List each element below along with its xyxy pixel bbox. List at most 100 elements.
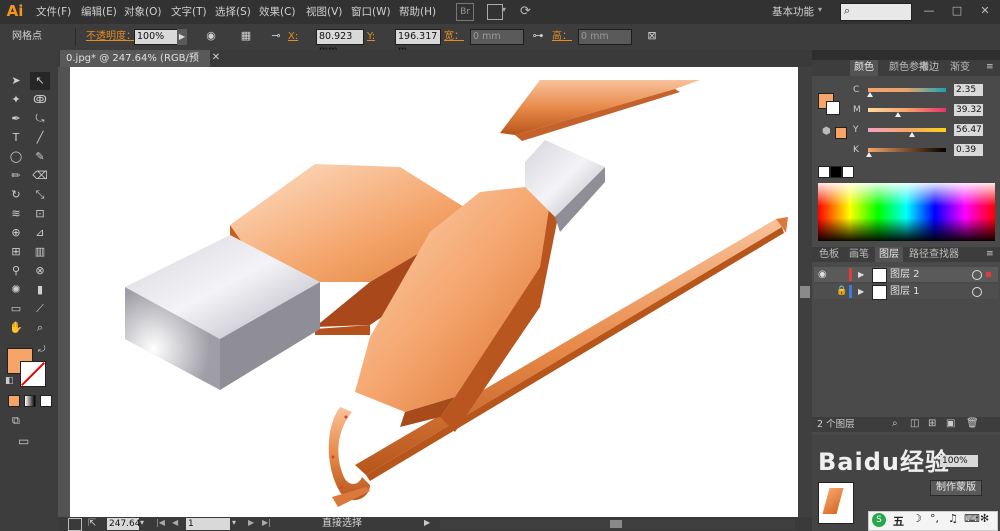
slider-thumb[interactable]	[867, 92, 873, 97]
transform-icon[interactable]: ⊠	[644, 28, 660, 44]
color-slider[interactable]	[868, 88, 946, 92]
panel-grip[interactable]	[812, 50, 1000, 60]
arrange-documents-icon[interactable]	[487, 4, 503, 20]
menu-item[interactable]: 文字(T)	[171, 0, 207, 24]
opacity-field[interactable]: 100%	[940, 455, 978, 467]
screen-mode-icon[interactable]: ▭	[18, 434, 29, 448]
color-panel-tab[interactable]: 颜色	[850, 60, 878, 76]
link-icon[interactable]: ⊶	[530, 28, 546, 44]
eye-icon[interactable]: ◉	[818, 267, 827, 282]
menu-item[interactable]: 视图(V)	[306, 0, 342, 24]
scrollbar-thumb[interactable]	[800, 286, 810, 298]
selection-tool-icon[interactable]: ➤	[6, 72, 26, 90]
symbol-sprayer-tool-icon[interactable]: ✺	[6, 281, 26, 299]
minimize-button[interactable]: —	[920, 4, 938, 18]
zoom-tool-icon[interactable]: ⌕	[30, 319, 50, 337]
layers-panel-tab[interactable]: 路径查找器	[905, 247, 963, 262]
first-page-icon[interactable]: |◀	[156, 518, 165, 527]
chevron-down-icon[interactable]: ▾	[232, 518, 236, 527]
sogou-icon[interactable]: S	[872, 513, 886, 527]
none-swatch[interactable]	[818, 166, 830, 178]
none-mode-icon[interactable]	[40, 395, 52, 407]
document-tab[interactable]: 0.jpg* @ 247.64% (RGB/预览)	[60, 50, 210, 81]
close-button[interactable]: ✕	[976, 4, 994, 18]
panel-menu-icon[interactable]: ≡	[986, 249, 994, 259]
height-field[interactable]: 0 mm	[578, 29, 632, 45]
layers-panel-tab[interactable]: 色板	[815, 247, 843, 262]
gamut-swatch[interactable]	[835, 127, 847, 139]
last-page-icon[interactable]: ▶|	[262, 518, 271, 527]
export-icon[interactable]	[68, 518, 82, 531]
layer-name[interactable]: 图层 2	[890, 267, 920, 282]
color-slider[interactable]	[868, 148, 946, 152]
slider-thumb[interactable]	[909, 132, 915, 137]
color-panel-tab[interactable]: 描边	[915, 60, 943, 76]
blend-tool-icon[interactable]: ⊗	[30, 262, 50, 280]
menu-item[interactable]: 帮助(H)	[399, 0, 436, 24]
make-mask-button[interactable]: 制作蒙版	[930, 480, 982, 496]
search-input[interactable]	[840, 3, 912, 21]
page-field[interactable]: 1	[186, 518, 230, 530]
magic-wand-tool-icon[interactable]: ✦	[6, 91, 26, 109]
layers-panel-tab[interactable]: 图层	[875, 247, 903, 262]
height-label[interactable]: 高：	[552, 30, 572, 44]
perspective-grid-tool-icon[interactable]: ⊿	[30, 224, 50, 242]
out-of-gamut-icon[interactable]: ⬢	[822, 126, 831, 137]
stroke-swatch[interactable]	[20, 361, 46, 387]
gpu-performance-icon[interactable]: ⟳	[520, 4, 531, 19]
x-field[interactable]: 80.923 mm	[316, 29, 364, 56]
bridge-badge[interactable]: Br	[456, 3, 474, 21]
color-slider[interactable]	[868, 128, 946, 132]
new-layer-icon[interactable]: ▣	[946, 418, 955, 429]
zoom-field[interactable]: 247.64	[107, 518, 141, 530]
eraser-tool-icon[interactable]: ⌫	[30, 167, 50, 185]
expand-arrow-icon[interactable]: ▶	[858, 284, 864, 299]
close-icon[interactable]: ✕	[210, 52, 222, 64]
slider-value-field[interactable]: 2.35	[954, 84, 983, 96]
chevron-right-icon[interactable]: ▶	[177, 29, 187, 45]
panel-menu-icon[interactable]: ≡	[986, 62, 994, 72]
curvature-tool-icon[interactable]: ⤿	[30, 110, 50, 128]
shape-builder-tool-icon[interactable]: ⊕	[6, 224, 26, 242]
layer-name[interactable]: 图层 1	[890, 284, 920, 299]
keyboard-icon[interactable]: ⌨	[964, 512, 980, 525]
menu-item[interactable]: 窗口(W)	[351, 0, 391, 24]
default-colors-icon[interactable]: ◧	[5, 376, 14, 386]
paintbrush-tool-icon[interactable]: ✎	[30, 148, 50, 166]
draw-mode-icon[interactable]: ⧉	[12, 414, 20, 428]
y-label[interactable]: Y:	[367, 30, 375, 44]
stroke-color-box[interactable]	[826, 101, 840, 115]
chevron-down-icon[interactable]: ▾	[140, 518, 144, 527]
slider-value-field[interactable]: 39.32	[954, 104, 983, 116]
layers-panel-tab[interactable]: 画笔	[845, 247, 873, 262]
direct-selection-tool-icon[interactable]: ↖	[30, 72, 50, 90]
menu-item[interactable]: 文件(F)	[36, 0, 71, 24]
menu-item[interactable]: 效果(C)	[259, 0, 296, 24]
width-field[interactable]: 0 mm	[470, 29, 524, 45]
pen-tool-icon[interactable]: ✒	[6, 110, 26, 128]
status-menu-icon[interactable]: ▶	[424, 518, 430, 527]
settings-icon[interactable]: ✻	[980, 512, 989, 525]
punctuation-icon[interactable]: °,	[930, 512, 939, 525]
chevron-down-icon[interactable]: ▾	[502, 5, 506, 14]
gradient-mode-icon[interactable]	[24, 395, 36, 407]
opacity-field[interactable]: 100%	[134, 29, 178, 45]
type-tool-icon[interactable]: T	[6, 129, 26, 147]
recolor-icon[interactable]: ◉	[203, 28, 219, 44]
slider-thumb[interactable]	[866, 152, 872, 157]
column-graph-tool-icon[interactable]: ▮	[30, 281, 50, 299]
slice-tool-icon[interactable]: ⟋	[30, 300, 50, 318]
color-spectrum[interactable]	[818, 183, 995, 241]
swap-colors-icon[interactable]: ⤾	[38, 345, 46, 355]
menu-item[interactable]: 编辑(E)	[81, 0, 117, 24]
pencil-tool-icon[interactable]: ✏	[6, 167, 26, 185]
usb-cable-artwork[interactable]	[70, 67, 798, 517]
lock-icon[interactable]: 🔒	[836, 284, 847, 299]
moon-icon[interactable]: ☽	[912, 512, 922, 525]
width-label[interactable]: 宽：	[444, 30, 464, 44]
artboard-tool-icon[interactable]: ▭	[6, 300, 26, 318]
slider-value-field[interactable]: 56.47	[954, 124, 983, 136]
make-clipping-mask-icon[interactable]: ◫	[910, 418, 919, 429]
free-transform-tool-icon[interactable]: ⊡	[30, 205, 50, 223]
mesh-tool-icon[interactable]: ⊞	[6, 243, 26, 261]
